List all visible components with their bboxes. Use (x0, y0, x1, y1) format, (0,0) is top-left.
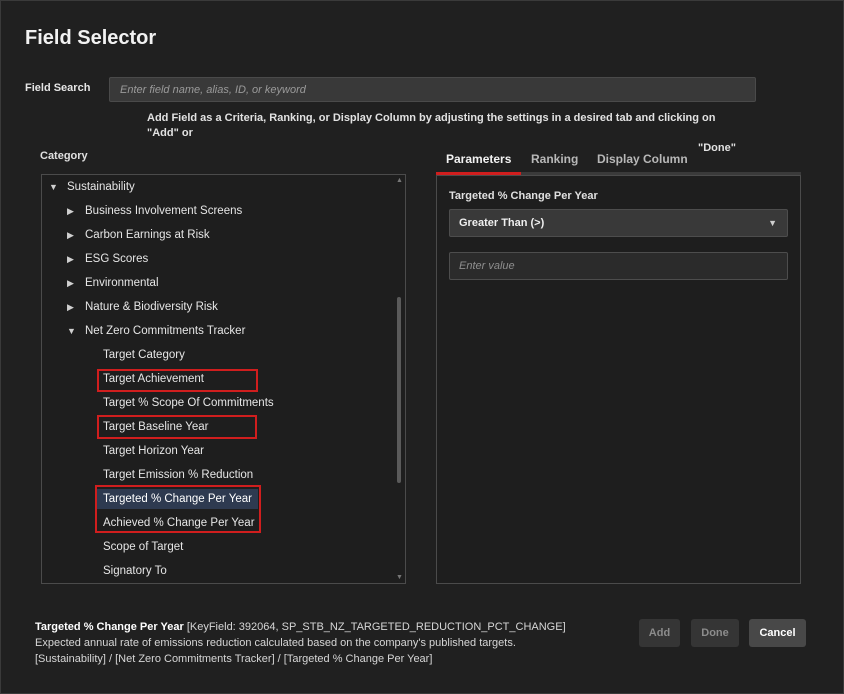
tree-node-label: Carbon Earnings at Risk (85, 229, 210, 241)
tree-node-label: Environmental (85, 277, 159, 289)
field-info-name: Targeted % Change Per Year (35, 621, 184, 633)
tree-node-environmental[interactable]: ▶ Environmental (67, 273, 159, 293)
caret-right-icon: ▶ (67, 254, 74, 264)
field-signatory-to[interactable]: Signatory To (97, 561, 173, 581)
caret-right-icon: ▶ (67, 278, 74, 288)
caret-down-icon: ▼ (49, 182, 58, 192)
field-target-scope-of-commitments[interactable]: Target % Scope Of Commitments (97, 393, 280, 413)
add-field-hint: Add Field as a Criteria, Ranking, or Dis… (147, 111, 747, 156)
dialog-title: Field Selector (25, 27, 157, 49)
parameters-panel: Targeted % Change Per Year Greater Than … (436, 175, 801, 584)
operator-select-value: Greater Than (>) (459, 217, 545, 229)
caret-down-icon: ▼ (67, 326, 76, 336)
value-input[interactable] (449, 252, 788, 280)
chevron-down-icon: ▼ (768, 218, 777, 228)
tree-node-label: Net Zero Commitments Tracker (85, 325, 246, 337)
tree-node-label: Business Involvement Screens (85, 205, 243, 217)
tree-node-label: ESG Scores (85, 253, 149, 265)
field-target-emission-reduction[interactable]: Target Emission % Reduction (97, 465, 259, 485)
field-selector-dialog: Field Selector Field Search Add Field as… (0, 0, 844, 694)
scroll-up-icon[interactable]: ▲ (396, 177, 403, 184)
category-label: Category (40, 150, 88, 162)
add-button[interactable]: Add (639, 619, 680, 647)
field-info-description: Expected annual rate of emissions reduct… (35, 637, 516, 649)
tree-node-net-zero-commitments-tracker[interactable]: ▼ Net Zero Commitments Tracker (67, 321, 245, 341)
caret-right-icon: ▶ (67, 206, 74, 216)
tree-scrollbar[interactable]: ▲ ▼ (394, 177, 404, 581)
field-info-key: [KeyField: 392064, SP_STB_NZ_TARGETED_RE… (186, 621, 566, 633)
highlight-box-target-achievement (97, 369, 258, 392)
field-info-line-1: Targeted % Change Per Year [KeyField: 39… (35, 619, 595, 635)
parameter-field-label: Targeted % Change Per Year (449, 190, 598, 202)
cancel-button[interactable]: Cancel (749, 619, 806, 647)
hint-line-1: Add Field as a Criteria, Ranking, or Dis… (147, 112, 716, 139)
tree-node-label: Sustainability (67, 181, 135, 193)
tree-node-label: Nature & Biodiversity Risk (85, 301, 218, 313)
tree-node-carbon-earnings-at-risk[interactable]: ▶ Carbon Earnings at Risk (67, 225, 210, 245)
highlight-box-change-per-year (95, 485, 261, 533)
caret-right-icon: ▶ (67, 230, 74, 240)
scrollbar-thumb[interactable] (397, 297, 401, 483)
tree-node-business-involvement-screens[interactable]: ▶ Business Involvement Screens (67, 201, 242, 221)
category-tree: ▼ Sustainability ▶ Business Involvement … (41, 174, 406, 584)
field-info-path: [Sustainability] / [Net Zero Commitments… (35, 653, 433, 665)
scroll-down-icon[interactable]: ▼ (396, 574, 403, 581)
highlight-box-target-baseline-year (97, 415, 257, 439)
field-target-category[interactable]: Target Category (97, 345, 191, 365)
operator-select[interactable]: Greater Than (>) ▼ (449, 209, 788, 237)
done-button[interactable]: Done (691, 619, 739, 647)
field-search-input[interactable] (109, 77, 756, 102)
caret-right-icon: ▶ (67, 302, 74, 312)
field-info: Targeted % Change Per Year [KeyField: 39… (35, 619, 595, 667)
tree-node-esg-scores[interactable]: ▶ ESG Scores (67, 249, 148, 269)
tree-node-sustainability[interactable]: ▼ Sustainability (49, 177, 135, 197)
field-search-label: Field Search (25, 82, 91, 94)
field-target-horizon-year[interactable]: Target Horizon Year (97, 441, 210, 461)
tree-node-nature-biodiversity-risk[interactable]: ▶ Nature & Biodiversity Risk (67, 297, 218, 317)
field-scope-of-target[interactable]: Scope of Target (97, 537, 189, 557)
